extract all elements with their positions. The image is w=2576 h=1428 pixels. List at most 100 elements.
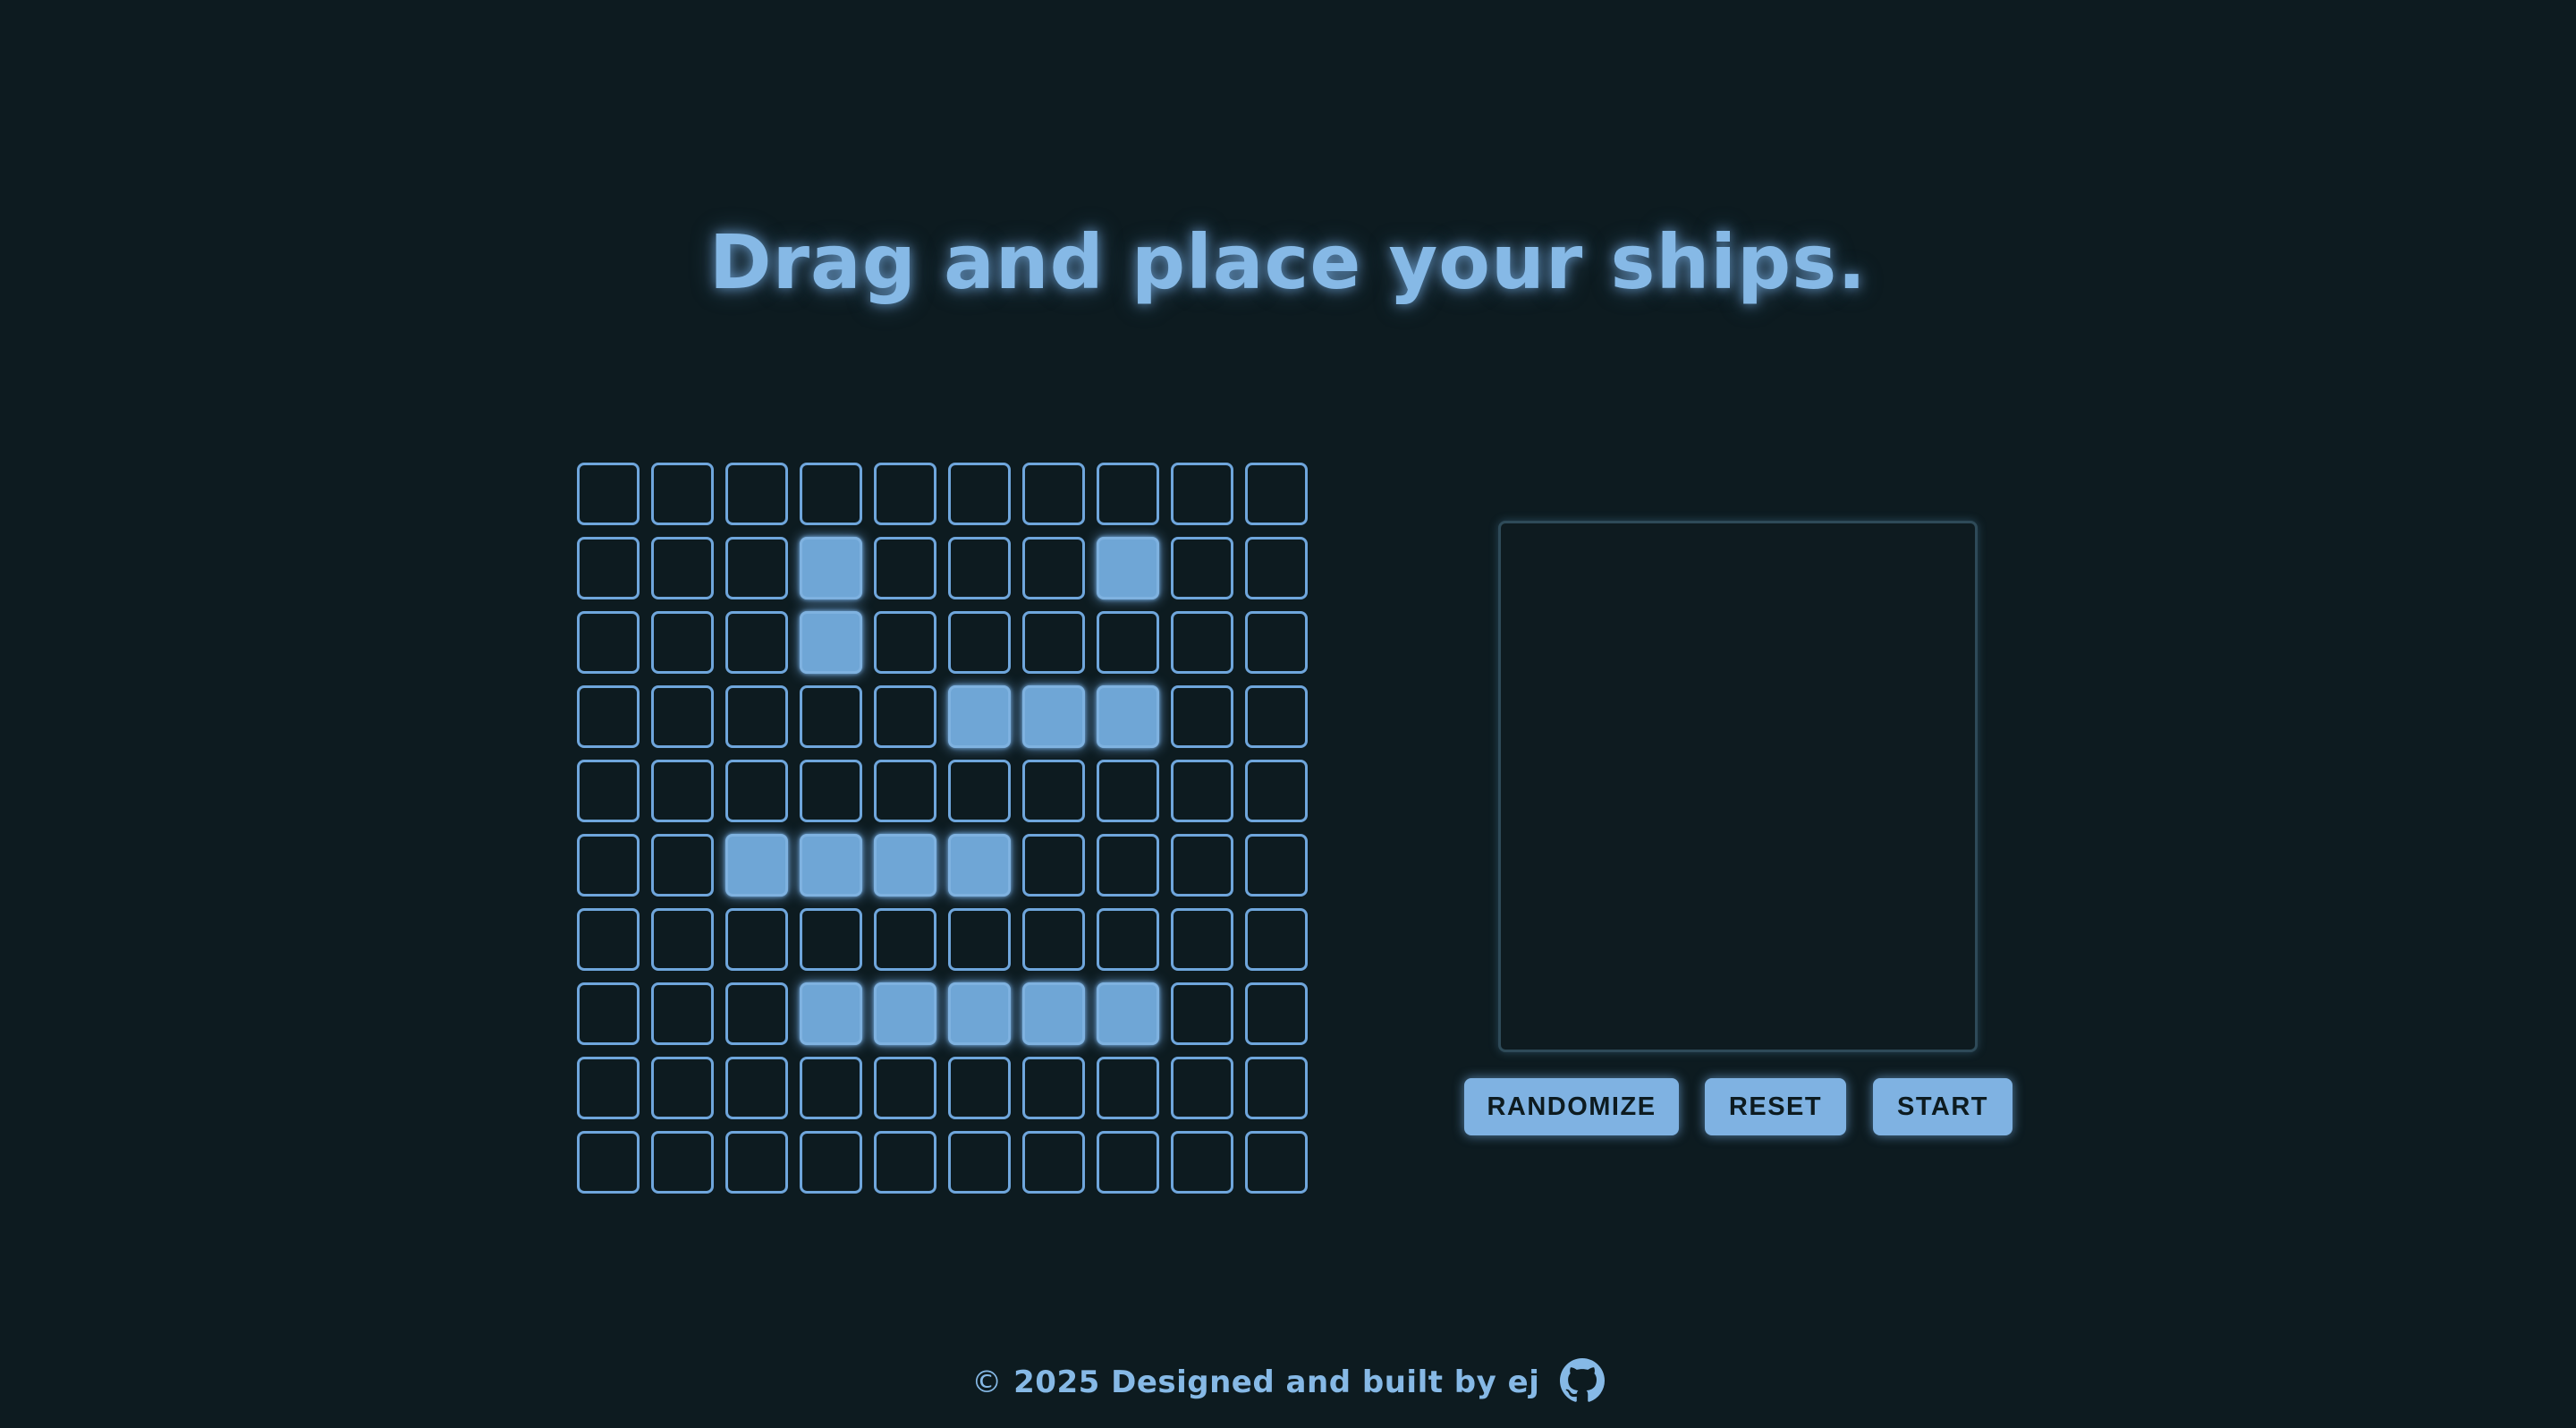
board-cell[interactable] [577,908,640,971]
board-cell[interactable] [948,760,1011,822]
board-cell[interactable] [874,908,936,971]
board-cell[interactable] [1022,834,1085,897]
board-cell[interactable] [1022,537,1085,599]
start-button[interactable]: START [1873,1078,2012,1135]
board-cell[interactable] [1022,760,1085,822]
board-cell[interactable] [1097,1057,1159,1119]
board-cell[interactable] [651,982,714,1045]
board-cell[interactable] [1171,463,1233,525]
board-cell-ship[interactable] [800,834,862,897]
board-cell[interactable] [577,685,640,748]
board-cell[interactable] [651,1131,714,1194]
board-cell[interactable] [1097,908,1159,971]
board-cell[interactable] [948,1057,1011,1119]
board-cell[interactable] [1245,1057,1308,1119]
board-cell[interactable] [577,834,640,897]
board-cell-ship[interactable] [874,982,936,1045]
board-cell[interactable] [651,685,714,748]
board-cell-ship[interactable] [800,611,862,674]
board-cell[interactable] [1245,611,1308,674]
board-cell[interactable] [1097,463,1159,525]
board-cell[interactable] [725,463,788,525]
board-cell[interactable] [577,537,640,599]
board-cell[interactable] [948,1131,1011,1194]
board-cell[interactable] [725,908,788,971]
board-cell[interactable] [577,463,640,525]
board-cell[interactable] [725,1131,788,1194]
board-cell[interactable] [800,1131,862,1194]
board-cell[interactable] [1245,982,1308,1045]
board-cell-ship[interactable] [1022,685,1085,748]
board-cell-ship[interactable] [948,982,1011,1045]
board-cell[interactable] [800,1057,862,1119]
board-cell[interactable] [874,463,936,525]
board-cell[interactable] [651,611,714,674]
board-cell-ship[interactable] [948,685,1011,748]
board-cell-ship[interactable] [1097,537,1159,599]
board-cell[interactable] [651,760,714,822]
board-cell[interactable] [577,611,640,674]
board-cell[interactable] [1245,760,1308,822]
board-cell[interactable] [725,760,788,822]
board-cell[interactable] [800,685,862,748]
board-cell[interactable] [577,1057,640,1119]
board-cell[interactable] [1171,1131,1233,1194]
board-cell[interactable] [1022,1131,1085,1194]
board-cell[interactable] [948,537,1011,599]
board-cell[interactable] [1022,1057,1085,1119]
board-cell[interactable] [1097,834,1159,897]
board-cell[interactable] [1171,760,1233,822]
board-cell[interactable] [1171,982,1233,1045]
board-cell-ship[interactable] [948,834,1011,897]
board-cell[interactable] [725,982,788,1045]
board-cell[interactable] [577,982,640,1045]
board-cell[interactable] [948,611,1011,674]
board-cell[interactable] [874,760,936,822]
board-cell[interactable] [1245,463,1308,525]
board-cell[interactable] [725,685,788,748]
board-cell[interactable] [1245,685,1308,748]
board-cell[interactable] [1097,760,1159,822]
board-cell[interactable] [1022,908,1085,971]
board-cell[interactable] [725,611,788,674]
player-board[interactable] [577,463,1310,1196]
board-cell[interactable] [1245,537,1308,599]
board-cell[interactable] [1171,1057,1233,1119]
board-cell[interactable] [725,537,788,599]
board-cell-ship[interactable] [1097,685,1159,748]
board-cell[interactable] [874,1057,936,1119]
ship-dock[interactable] [1498,521,1978,1052]
board-cell[interactable] [800,463,862,525]
board-cell[interactable] [1245,834,1308,897]
board-cell[interactable] [800,760,862,822]
board-cell[interactable] [1171,908,1233,971]
board-cell[interactable] [1097,1131,1159,1194]
board-cell[interactable] [651,537,714,599]
board-cell[interactable] [577,1131,640,1194]
randomize-button[interactable]: RANDOMIZE [1464,1078,1679,1135]
board-cell[interactable] [651,908,714,971]
board-cell[interactable] [651,1057,714,1119]
board-cell-ship[interactable] [874,834,936,897]
board-cell[interactable] [1171,834,1233,897]
board-cell[interactable] [948,463,1011,525]
board-cell[interactable] [1171,611,1233,674]
board-cell[interactable] [1022,463,1085,525]
board-cell-ship[interactable] [800,537,862,599]
board-cell[interactable] [1097,611,1159,674]
board-cell[interactable] [874,537,936,599]
github-icon[interactable] [1559,1357,1605,1403]
board-cell[interactable] [948,908,1011,971]
reset-button[interactable]: RESET [1705,1078,1846,1135]
board-cell[interactable] [800,908,862,971]
board-cell-ship[interactable] [725,834,788,897]
board-cell[interactable] [874,611,936,674]
board-cell[interactable] [725,1057,788,1119]
board-cell[interactable] [1171,537,1233,599]
board-cell-ship[interactable] [1097,982,1159,1045]
board-cell[interactable] [1245,1131,1308,1194]
board-cell[interactable] [874,1131,936,1194]
board-cell[interactable] [1171,685,1233,748]
board-cell[interactable] [651,463,714,525]
board-cell-ship[interactable] [1022,982,1085,1045]
